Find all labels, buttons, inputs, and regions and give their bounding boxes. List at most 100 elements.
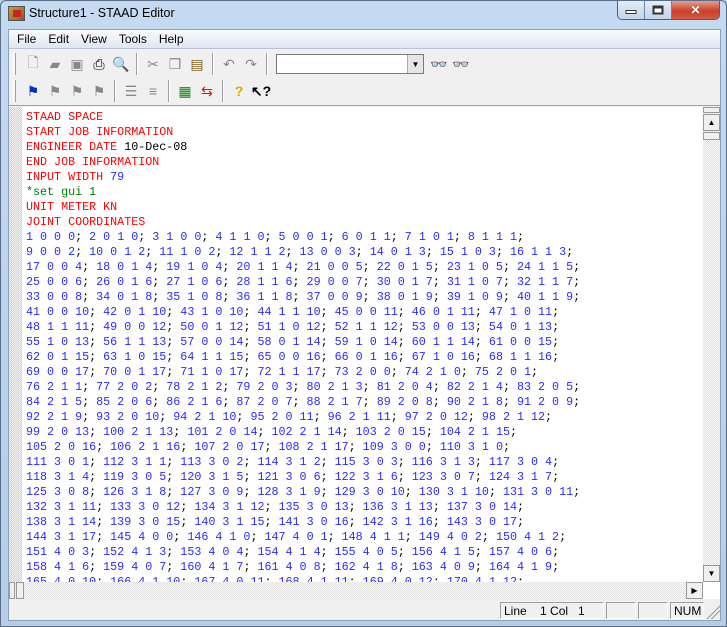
status-panel-3 — [638, 602, 668, 619]
joint-entry: 103 2 0 15 — [348, 425, 426, 439]
separator: ; — [390, 365, 398, 379]
cut-button[interactable]: ✂ — [142, 53, 164, 75]
separator: ; — [552, 560, 560, 574]
size-grip[interactable] — [706, 602, 720, 619]
joint-entry: 78 2 1 2 — [159, 380, 223, 394]
scrollbar-split-handle[interactable] — [9, 582, 15, 599]
scroll-up-button[interactable]: ▲ — [703, 114, 720, 131]
separator: ; — [292, 380, 300, 394]
indent-button[interactable]: ☰ — [120, 80, 142, 102]
toolbar-separator — [168, 80, 170, 102]
joint-entry: 39 1 0 9 — [439, 290, 503, 304]
print-preview-button[interactable]: 🔍 — [110, 53, 132, 75]
find-combo[interactable]: ▼ — [276, 54, 424, 74]
scroll-down-button[interactable]: ▼ — [703, 565, 720, 582]
joint-entry: 168 4 1 11 — [271, 575, 349, 582]
joint-entry: 8 1 1 1 — [460, 230, 517, 244]
scrollbar-split-handle[interactable] — [703, 107, 720, 113]
joint-entry: 58 0 1 14 — [250, 335, 321, 349]
editor-gutter[interactable] — [9, 107, 22, 582]
toolbar-separator — [136, 53, 138, 75]
joint-coordinates-line: 151 4 0 3; 152 4 1 3; 153 4 0 4; 154 4 1… — [26, 545, 704, 560]
joint-entry: 15 1 0 3 — [432, 245, 496, 259]
paste-button[interactable]: ▤ — [186, 53, 208, 75]
joint-entry: 51 1 0 12 — [250, 320, 321, 334]
find-button[interactable]: 👓 — [428, 53, 450, 75]
joint-entry: 150 4 1 2 — [488, 530, 560, 544]
separator: ; — [474, 470, 482, 484]
menu-view[interactable]: View — [75, 30, 113, 48]
joint-entry: 14 0 1 3 — [362, 245, 426, 259]
joint-entry: 101 2 0 14 — [180, 425, 258, 439]
joint-entry: 102 2 1 14 — [264, 425, 342, 439]
context-help-button[interactable]: ↖? — [250, 80, 272, 102]
joint-entry: 115 3 0 3 — [327, 455, 398, 469]
print-button[interactable]: ⎙ — [88, 53, 110, 75]
maximize-button[interactable] — [645, 1, 672, 19]
code-text-area[interactable]: STAAD SPACE START JOB INFORMATION ENGINEER… — [26, 110, 704, 582]
separator: ; — [348, 575, 356, 582]
joint-entry: 123 3 0 7 — [404, 470, 475, 484]
separator: ; — [292, 260, 300, 274]
clear-bookmarks-button[interactable]: ⚑ — [88, 80, 110, 102]
joint-entry: 149 4 0 2 — [411, 530, 482, 544]
redo-button[interactable]: ↷ — [240, 53, 262, 75]
menu-help[interactable]: Help — [153, 30, 190, 48]
joint-coordinates-line: 105 2 0 16; 106 2 1 16; 107 2 0 17; 108 … — [26, 440, 704, 455]
separator: ; — [517, 575, 525, 582]
joint-entry: 143 3 0 17 — [439, 515, 517, 529]
open-file-button[interactable]: ▰ — [44, 53, 66, 75]
find-next-button[interactable]: 👓 — [450, 53, 472, 75]
joint-entry: 57 0 0 14 — [173, 335, 244, 349]
menu-edit[interactable]: Edit — [42, 30, 75, 48]
separator: ; — [355, 245, 363, 259]
swap-button[interactable]: ⇆ — [196, 80, 218, 102]
joint-entry: 163 4 0 9 — [404, 560, 475, 574]
joint-entry: 161 4 0 8 — [250, 560, 321, 574]
joint-coordinates-line: 41 0 0 10; 42 0 1 10; 43 1 0 10; 44 1 1 … — [26, 305, 704, 320]
joint-entry: 77 2 0 2 — [89, 380, 153, 394]
horizontal-scrollbar[interactable]: ▶ — [9, 582, 703, 599]
close-icon: ✕ — [690, 3, 701, 17]
next-bookmark-button[interactable]: ⚑ — [44, 80, 66, 102]
vertical-scrollbar[interactable]: ▲ ▼ — [703, 107, 720, 582]
joint-coordinates-line: 76 2 1 1; 77 2 0 2; 78 2 1 2; 79 2 0 3; … — [26, 380, 704, 395]
scrollbar-thumb[interactable] — [703, 132, 720, 140]
toolbar-grip[interactable] — [13, 80, 16, 102]
joint-entry: 75 2 0 1 — [467, 365, 532, 379]
scrollbar-thumb[interactable] — [16, 582, 24, 599]
code-token: 10-Dec-08 — [117, 140, 188, 154]
set-bookmark-button[interactable]: ⚑ — [22, 80, 44, 102]
menu-file[interactable]: File — [11, 30, 42, 48]
code-line: INPUT WIDTH 79 — [26, 170, 704, 185]
minimize-button[interactable] — [618, 1, 645, 19]
save-button[interactable]: ▣ — [66, 53, 88, 75]
separator: ; — [432, 260, 440, 274]
close-button[interactable]: ✕ — [672, 1, 719, 19]
copy-button[interactable]: ❐ — [164, 53, 186, 75]
separator: ; — [460, 365, 468, 379]
toolbar-row-2: ⚑ ⚑ ⚑ ⚑ ☰ ≡ ▦ ⇆ ? ↖? — [13, 78, 272, 104]
joint-entry: 76 2 1 1 — [26, 380, 83, 394]
combo-dropdown-button[interactable]: ▼ — [407, 55, 423, 73]
menu-tools[interactable]: Tools — [113, 30, 153, 48]
joint-entry: 25 0 0 6 — [26, 275, 83, 289]
separator: ; — [404, 530, 412, 544]
outdent-button[interactable]: ≡ — [142, 80, 164, 102]
toolbar-grip[interactable] — [13, 53, 16, 75]
joint-entry: 153 4 0 4 — [173, 545, 244, 559]
joint-entry: 133 3 0 12 — [103, 500, 181, 514]
help-button[interactable]: ? — [228, 80, 250, 102]
joint-entry: 79 2 0 3 — [229, 380, 293, 394]
spreadsheet-button[interactable]: ▦ — [174, 80, 196, 102]
scroll-right-button[interactable]: ▶ — [686, 582, 703, 599]
title-bar[interactable]: Structure1 - STAAD Editor ✕ — [1, 1, 726, 29]
separator: ; — [432, 575, 440, 582]
joint-coordinates-line: 48 1 1 11; 49 0 0 12; 50 0 1 12; 51 1 0 … — [26, 320, 704, 335]
undo-button[interactable]: ↶ — [218, 53, 240, 75]
new-file-button[interactable]: 🗋 — [22, 53, 44, 75]
separator: ; — [573, 380, 581, 394]
separator: ; — [474, 320, 482, 334]
previous-bookmark-button[interactable]: ⚑ — [66, 80, 88, 102]
separator: ; — [320, 485, 328, 499]
